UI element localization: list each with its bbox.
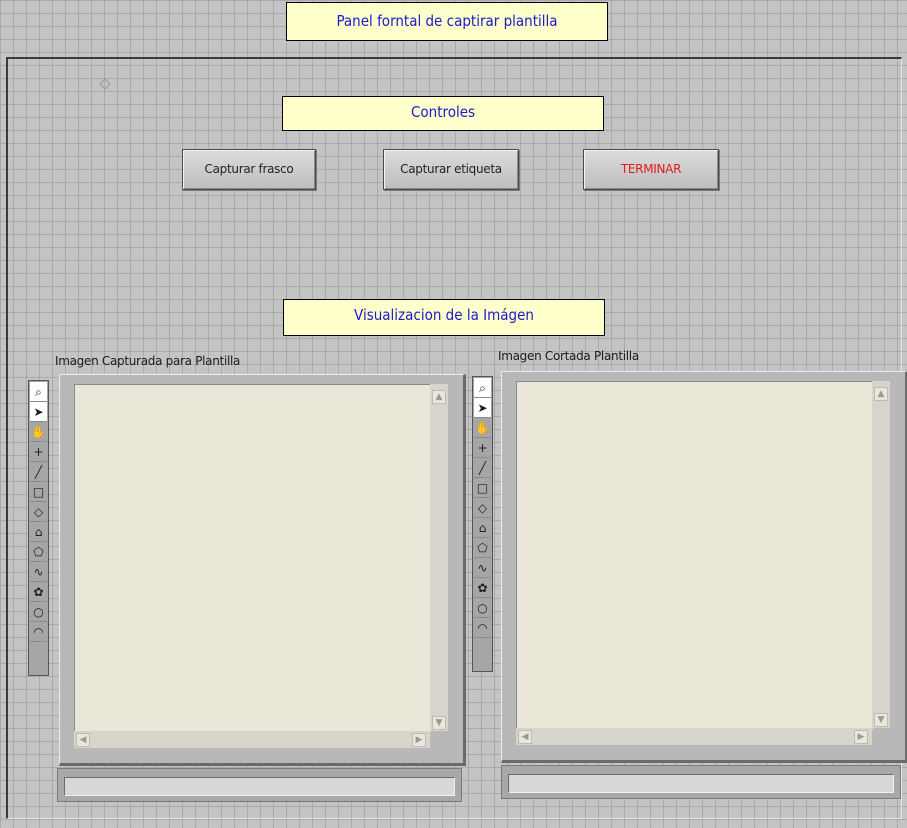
annulus-icon[interactable]: ⌂ xyxy=(474,518,491,538)
zoom-icon[interactable]: ⌕ xyxy=(474,378,491,398)
line-icon[interactable]: ╱ xyxy=(474,458,491,478)
terminate-button[interactable]: TERMINAR xyxy=(583,149,719,190)
point-icon[interactable]: + xyxy=(474,438,491,458)
panel-title: Panel forntal de captirar plantilla xyxy=(286,2,608,41)
rectangle-icon[interactable]: □ xyxy=(30,482,47,502)
right-image-display: ▲ ▼ ◀ ▶ xyxy=(501,371,907,763)
right-horizontal-scrollbar[interactable]: ◀ ▶ xyxy=(516,728,872,745)
right-status-field xyxy=(501,765,901,799)
scroll-down-icon[interactable]: ▼ xyxy=(432,716,446,730)
left-tool-palette: ⌕ ➤ ✋ + ╱ □ ◇ ⌂ ⬠ ∿ ✿ ○ ◠ xyxy=(28,380,49,676)
select-pointer-icon[interactable]: ➤ xyxy=(474,398,491,418)
pan-hand-icon[interactable]: ✋ xyxy=(474,418,491,438)
scroll-right-icon[interactable]: ▶ xyxy=(854,730,868,744)
polygon-icon[interactable]: ⬠ xyxy=(474,538,491,558)
right-image-caption: Imagen Cortada Plantilla xyxy=(498,349,639,363)
rectangle-icon[interactable]: □ xyxy=(474,478,491,498)
left-image-display: ▲ ▼ ◀ ▶ xyxy=(59,374,466,766)
arc-icon[interactable]: ◠ xyxy=(30,622,47,642)
rotated-rectangle-icon[interactable]: ◇ xyxy=(474,498,491,518)
polygon-icon[interactable]: ⬠ xyxy=(30,542,47,562)
capture-label-button[interactable]: Capturar etiqueta xyxy=(383,149,519,190)
left-image-caption: Imagen Capturada para Plantilla xyxy=(55,354,241,368)
visualization-section-title: Visualizacion de la Imágen xyxy=(283,299,605,336)
freehand-line-icon[interactable]: ∿ xyxy=(30,562,47,582)
oval-icon[interactable]: ○ xyxy=(474,598,491,618)
annulus-icon[interactable]: ⌂ xyxy=(30,522,47,542)
capture-bottle-button[interactable]: Capturar frasco xyxy=(182,149,316,190)
scroll-down-icon[interactable]: ▼ xyxy=(874,713,888,727)
right-tool-palette: ⌕ ➤ ✋ + ╱ □ ◇ ⌂ ⬠ ∿ ✿ ○ ◠ xyxy=(472,376,493,672)
scroll-right-icon[interactable]: ▶ xyxy=(412,733,426,747)
arc-icon[interactable]: ◠ xyxy=(474,618,491,638)
scroll-left-icon[interactable]: ◀ xyxy=(76,733,90,747)
scroll-up-icon[interactable]: ▲ xyxy=(874,387,888,401)
left-horizontal-scrollbar[interactable]: ◀ ▶ xyxy=(74,731,430,748)
left-image-canvas[interactable] xyxy=(74,384,431,732)
controls-section-title: Controles xyxy=(282,96,604,131)
zoom-icon[interactable]: ⌕ xyxy=(30,382,47,402)
left-status-field xyxy=(57,768,462,802)
freehand-region-icon[interactable]: ✿ xyxy=(474,578,491,598)
select-pointer-icon[interactable]: ➤ xyxy=(30,402,47,422)
point-icon[interactable]: + xyxy=(30,442,47,462)
rotated-rectangle-icon[interactable]: ◇ xyxy=(30,502,47,522)
pan-hand-icon[interactable]: ✋ xyxy=(30,422,47,442)
oval-icon[interactable]: ○ xyxy=(30,602,47,622)
freehand-line-icon[interactable]: ∿ xyxy=(474,558,491,578)
freehand-region-icon[interactable]: ✿ xyxy=(30,582,47,602)
left-vertical-scrollbar[interactable]: ▲ ▼ xyxy=(430,384,448,731)
line-icon[interactable]: ╱ xyxy=(30,462,47,482)
scroll-up-icon[interactable]: ▲ xyxy=(432,390,446,404)
right-image-canvas[interactable] xyxy=(516,381,873,729)
scroll-left-icon[interactable]: ◀ xyxy=(518,730,532,744)
right-vertical-scrollbar[interactable]: ▲ ▼ xyxy=(872,381,890,728)
